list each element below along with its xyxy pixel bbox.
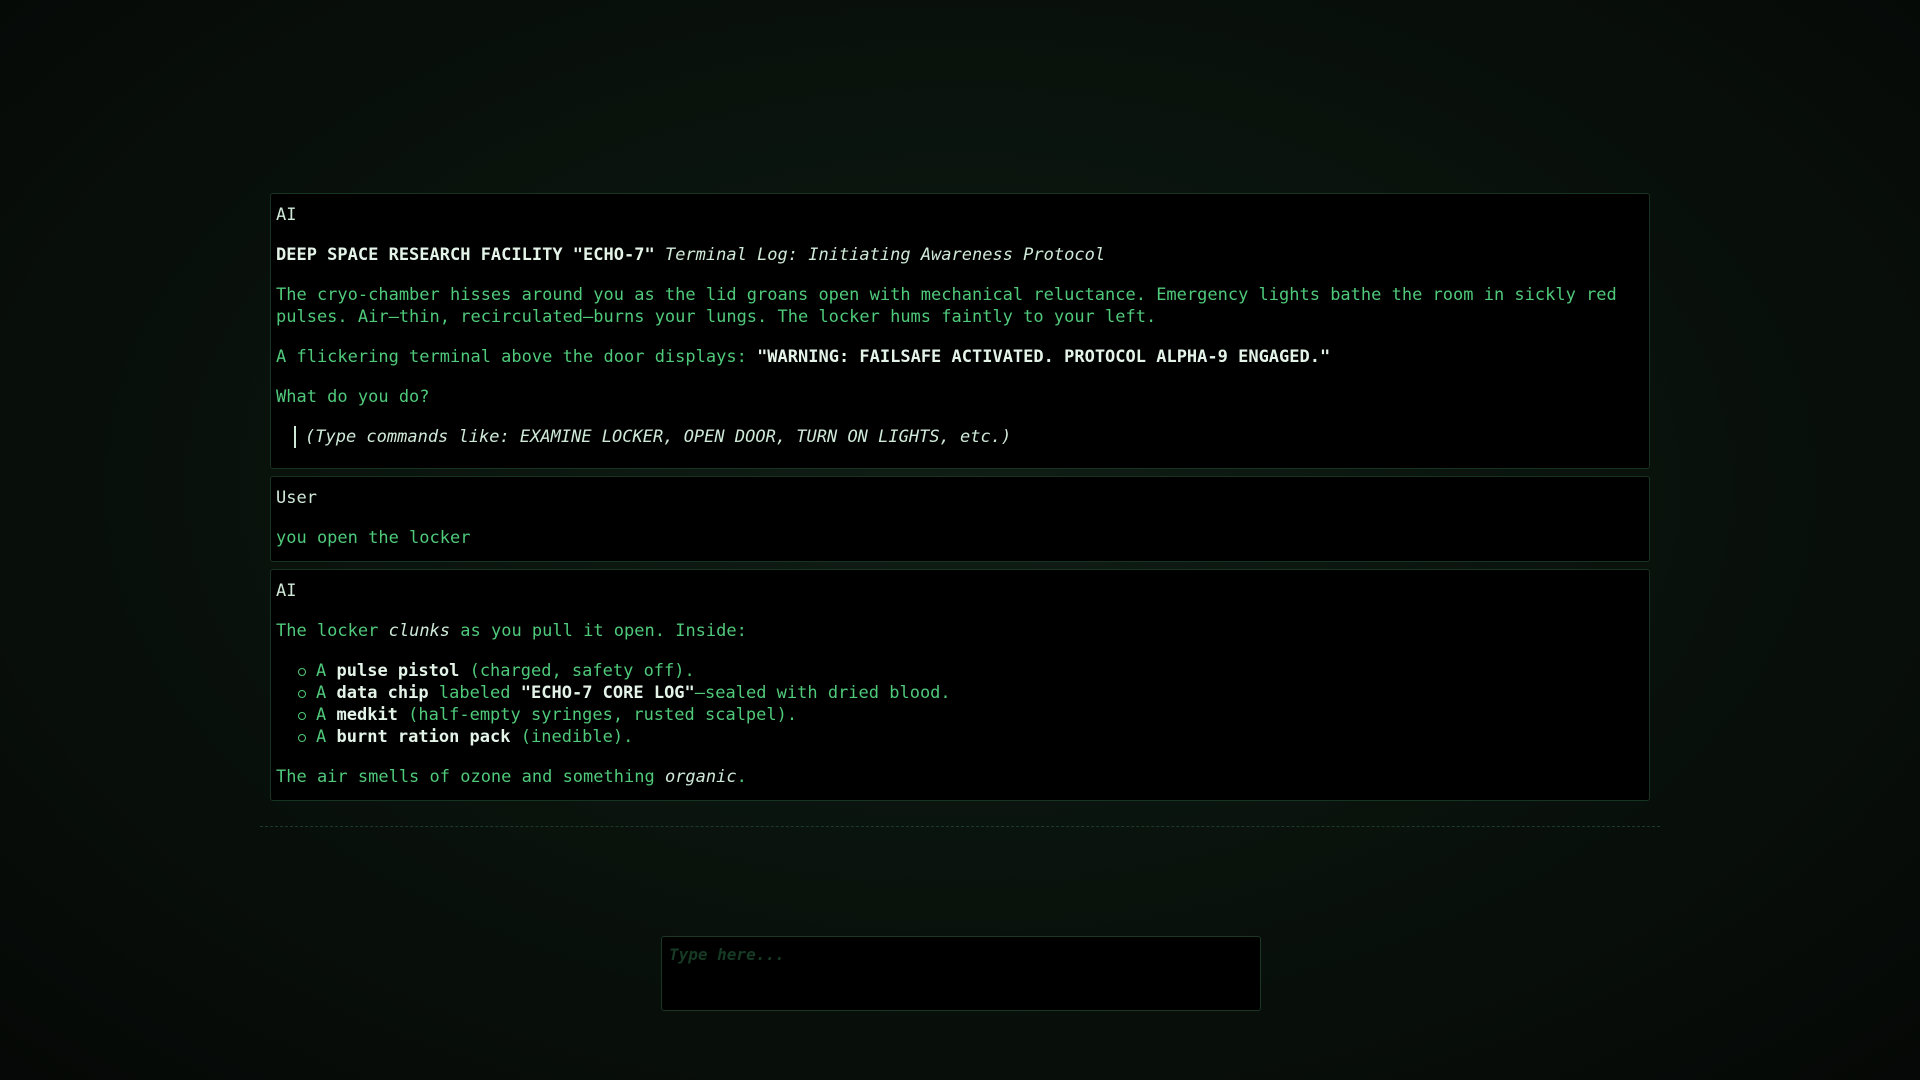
locker-items-list: A pulse pistol (charged, safety off). A … xyxy=(276,660,1644,748)
scene-description: The cryo-chamber hisses around you as th… xyxy=(276,285,1617,327)
chat-log: AI DEEP SPACE RESEARCH FACILITY "ECHO-7"… xyxy=(270,193,1650,808)
user-message: User you open the locker xyxy=(270,476,1650,562)
locker-intro-emphasis: clunks xyxy=(388,621,451,641)
prompt-question: What do you do? xyxy=(276,387,430,407)
item-prefix: A xyxy=(316,705,327,725)
list-item: A pulse pistol (charged, safety off). xyxy=(296,660,1644,682)
log-subtitle: Terminal Log: Initiating Awareness Proto… xyxy=(664,245,1106,265)
item-name: data chip xyxy=(336,683,429,703)
item-name: burnt ration pack xyxy=(336,727,511,747)
message-sender: AI xyxy=(276,205,297,225)
ai-message-intro: AI DEEP SPACE RESEARCH FACILITY "ECHO-7"… xyxy=(270,193,1650,469)
log-title: DEEP SPACE RESEARCH FACILITY "ECHO-7" Te… xyxy=(276,244,1644,266)
item-label-word: labeled xyxy=(438,683,511,703)
list-item: A burnt ration pack (inedible). xyxy=(296,726,1644,748)
message-sender: AI xyxy=(276,581,297,601)
item-prefix: A xyxy=(316,727,327,747)
locker-intro: The locker clunks as you pull it open. I… xyxy=(276,620,1644,642)
item-label: "ECHO-7 CORE LOG" xyxy=(520,683,695,703)
facility-title: DEEP SPACE RESEARCH FACILITY "ECHO-7" xyxy=(276,245,655,265)
message-input[interactable] xyxy=(669,945,1253,1002)
item-name: medkit xyxy=(336,705,398,725)
item-prefix: A xyxy=(316,661,327,681)
chat-divider xyxy=(260,826,1660,827)
locker-outro-emphasis: organic xyxy=(664,767,737,787)
item-detail: (half-empty syringes, rusted scalpel). xyxy=(408,705,798,725)
item-prefix: A xyxy=(316,683,327,703)
terminal-warning-text: "WARNING: FAILSAFE ACTIVATED. PROTOCOL A… xyxy=(757,347,1331,367)
locker-outro-end: . xyxy=(736,767,747,787)
list-item: A medkit (half-empty syringes, rusted sc… xyxy=(296,704,1644,726)
message-sender: User xyxy=(276,488,317,508)
locker-outro: The air smells of ozone and something or… xyxy=(276,766,1644,788)
locker-intro-start: The locker xyxy=(276,621,379,641)
item-detail: —sealed with dried blood. xyxy=(694,683,951,703)
user-message-text: you open the locker xyxy=(276,528,471,548)
terminal-warning-prefix: A flickering terminal above the door dis… xyxy=(276,347,747,367)
list-item: A data chip labeled "ECHO-7 CORE LOG"—se… xyxy=(296,682,1644,704)
locker-outro-start: The air smells of ozone and something xyxy=(276,767,655,787)
locker-intro-end: as you pull it open. Inside: xyxy=(460,621,747,641)
item-detail: (charged, safety off). xyxy=(469,661,695,681)
ai-message-locker: AI The locker clunks as you pull it open… xyxy=(270,569,1650,801)
item-name: pulse pistol xyxy=(336,661,460,681)
command-hint: (Type commands like: EXAMINE LOCKER, OPE… xyxy=(294,426,1644,448)
terminal-warning-line: A flickering terminal above the door dis… xyxy=(276,346,1644,368)
item-detail: (inedible). xyxy=(520,727,634,747)
message-input-box[interactable] xyxy=(661,936,1261,1011)
